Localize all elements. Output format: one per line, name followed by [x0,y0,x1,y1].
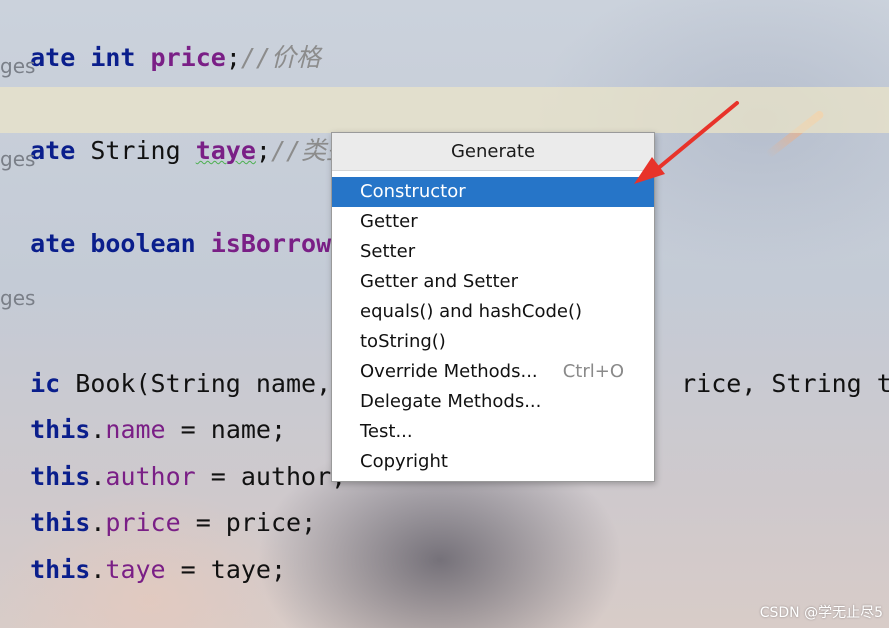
watermark: CSDN @学无止尽5 [759,605,883,621]
menu-item-label: equals() and hashCode() [360,301,583,322]
menu-item-label: Setter [360,241,416,262]
usages-hint[interactable]: ges [0,144,35,174]
menu-item-label: Override Methods... [360,361,538,382]
menu-item-test[interactable]: Test... [332,417,654,447]
comment-price: //价格 [240,43,321,72]
menu-item-getter-and-setter[interactable]: Getter and Setter [332,267,654,297]
code-line-taye[interactable]: ate String taye;//类型 [0,91,351,165]
menu-item-label: Test... [360,421,413,442]
field-price: price [150,43,226,72]
type-int: int [90,43,136,72]
usages-hint[interactable]: ges [0,283,35,313]
constructor-signature-tail[interactable]: rice, String ta [651,324,889,398]
generate-menu: Constructor Getter Setter Getter and Set… [332,171,654,477]
assignment-line-author[interactable]: this.author = author; [0,417,346,491]
keyword-private: ate [30,136,76,165]
keyword-this: this [30,555,91,584]
menu-item-label: Constructor [360,181,466,202]
type-boolean: boolean [90,229,196,258]
shortcut-label: Ctrl+O [562,361,624,382]
menu-item-tostring[interactable]: toString() [332,327,654,357]
code-line-isborrowed[interactable]: ate boolean isBorrowed [0,184,361,258]
menu-item-getter[interactable]: Getter [332,207,654,237]
constructor-signature[interactable]: ic Book(String name, S [0,324,361,398]
menu-item-constructor[interactable]: Constructor [332,177,654,207]
code-line-price[interactable]: ate int price;//价格 [0,0,321,72]
menu-item-copyright[interactable]: Copyright [332,447,654,477]
generate-popup: Generate Constructor Getter Setter Gette… [331,132,655,482]
menu-item-label: Getter and Setter [360,271,519,292]
menu-item-label: toString() [360,331,446,352]
menu-item-equals-hashcode[interactable]: equals() and hashCode() [332,297,654,327]
menu-item-label: Getter [360,211,418,232]
keyword-private: ate [30,43,76,72]
assignment-rest: = taye; [165,555,287,584]
menu-item-label: Copyright [360,451,448,472]
field-taye: taye [195,136,256,165]
assignment-line-taye[interactable]: this.taye = taye; [0,510,286,584]
semicolon: ; [225,43,241,72]
assignment-line-price[interactable]: this.price = price; [0,463,316,537]
menu-item-label: Delegate Methods... [360,391,542,412]
type-string: String [90,136,181,165]
usages-hint[interactable]: ges [0,51,35,81]
menu-item-delegate-methods[interactable]: Delegate Methods... [332,387,654,417]
popup-title: Generate [332,133,654,171]
keyword-private: ate [30,229,76,258]
menu-item-override-methods[interactable]: Override Methods... Ctrl+O [332,357,654,387]
field-taye: taye [105,555,166,584]
semicolon: ; [255,136,271,165]
menu-item-setter[interactable]: Setter [332,237,654,267]
signature-end: rice, String ta [681,369,889,398]
assignment-line-name[interactable]: this.name = name; [0,370,286,444]
